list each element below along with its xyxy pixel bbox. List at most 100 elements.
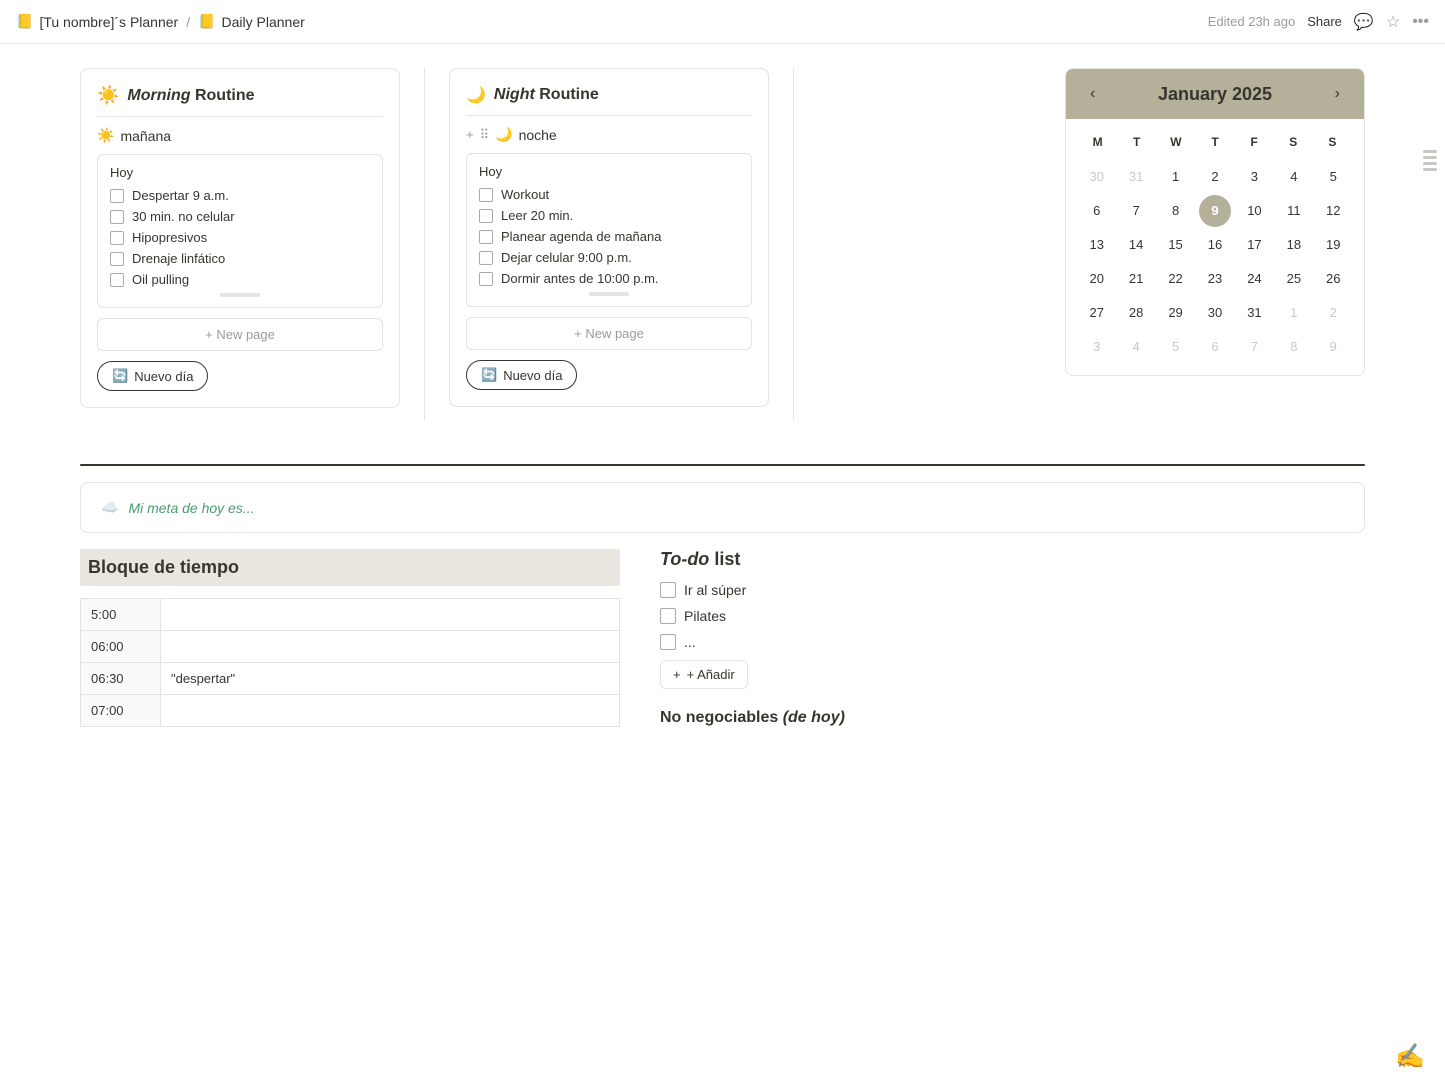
check-hipopresivos[interactable] — [110, 231, 124, 245]
morning-new-page-button[interactable]: + New page — [97, 318, 383, 351]
morning-subtitle: ☀️ mañana — [97, 127, 383, 144]
moon-icon: 🌙 — [466, 85, 486, 105]
todo-check-dots[interactable] — [660, 634, 676, 650]
night-routine-title: Night Routine — [494, 86, 599, 104]
calendar-day-cell: 30 — [1081, 161, 1113, 193]
calendar-day-cell[interactable]: 15 — [1160, 229, 1192, 261]
calendar-day-cell[interactable]: 30 — [1199, 297, 1231, 329]
calendar-prev-button[interactable]: ‹ — [1082, 83, 1103, 105]
night-routine-section: 🌙 Night Routine + ⠿ 🌙 noche Hoy Workout — [449, 68, 769, 420]
todo-item: ... — [660, 634, 1365, 650]
time-cell: 07:00 — [81, 695, 161, 727]
calendar-day-cell[interactable]: 9 — [1199, 195, 1231, 227]
checklist-item: Despertar 9 a.m. — [110, 188, 370, 203]
calendar-day-cell[interactable]: 8 — [1160, 195, 1192, 227]
drag-icon: ⠿ — [480, 127, 490, 143]
calendar-day-cell[interactable]: 29 — [1160, 297, 1192, 329]
scroll-line — [1423, 150, 1437, 153]
column-divider — [424, 68, 425, 420]
todo-check-super[interactable] — [660, 582, 676, 598]
check-despertar[interactable] — [110, 189, 124, 203]
calendar-day-cell[interactable]: 13 — [1081, 229, 1113, 261]
check-dormir[interactable] — [479, 272, 493, 286]
calendar-day-cell: 2 — [1317, 297, 1349, 329]
check-oilpulling[interactable] — [110, 273, 124, 287]
plus-icon: + — [466, 127, 474, 142]
time-cell: 06:00 — [81, 631, 161, 663]
star-icon[interactable]: ☆ — [1386, 12, 1400, 32]
comment-icon[interactable]: 💬 — [1354, 12, 1374, 32]
calendar-day-cell[interactable]: 2 — [1199, 161, 1231, 193]
calendar-day-cell[interactable]: 26 — [1317, 263, 1349, 295]
calendar-grid: M T W T F S S 30311234567891011121314151… — [1066, 119, 1364, 375]
calendar-day-cell[interactable]: 4 — [1278, 161, 1310, 193]
time-block-section: Bloque de tiempo 5:00 06:00 06:30 "despe… — [80, 549, 620, 727]
calendar-day-cell: 3 — [1081, 331, 1113, 363]
calendar-day-cell[interactable]: 3 — [1238, 161, 1270, 193]
morning-nuevo-dia-button[interactable]: 🔄 Nuevo día — [97, 361, 208, 391]
checklist-item: Dormir antes de 10:00 p.m. — [479, 271, 739, 286]
check-leer[interactable] — [479, 209, 493, 223]
calendar-day-cell[interactable]: 7 — [1120, 195, 1152, 227]
calendar-day-cell: 7 — [1238, 331, 1270, 363]
more-icon[interactable]: ••• — [1412, 13, 1429, 31]
scroll-line — [1423, 162, 1437, 165]
todo-item: Pilates — [660, 608, 1365, 624]
day-name-wed: W — [1156, 131, 1195, 153]
todo-check-pilates[interactable] — [660, 608, 676, 624]
event-cell[interactable] — [161, 695, 620, 727]
calendar-day-cell[interactable]: 20 — [1081, 263, 1113, 295]
calendar-day-cell[interactable]: 6 — [1081, 195, 1113, 227]
calendar-day-cell[interactable]: 24 — [1238, 263, 1270, 295]
calendar-day-cell[interactable]: 5 — [1317, 161, 1349, 193]
check-drenaje[interactable] — [110, 252, 124, 266]
calendar-day-cell[interactable]: 28 — [1120, 297, 1152, 329]
breadcrumb-parent[interactable]: [Tu nombre]´s Planner — [39, 14, 178, 30]
calendar-day-cell[interactable]: 16 — [1199, 229, 1231, 261]
share-button[interactable]: Share — [1307, 14, 1342, 29]
calendar-day-cell[interactable]: 23 — [1199, 263, 1231, 295]
calendar-day-cell[interactable]: 14 — [1120, 229, 1152, 261]
calendar-day-cell[interactable]: 31 — [1238, 297, 1270, 329]
event-cell[interactable]: "despertar" — [161, 663, 620, 695]
calendar-days-header: M T W T F S S — [1078, 131, 1352, 153]
day-name-mon: M — [1078, 131, 1117, 153]
night-routine-card: 🌙 Night Routine + ⠿ 🌙 noche Hoy Workout — [449, 68, 769, 407]
check-planear[interactable] — [479, 230, 493, 244]
day-name-fri: F — [1235, 131, 1274, 153]
goal-text[interactable]: Mi meta de hoy es... — [128, 500, 254, 516]
todo-title: To-do list — [660, 549, 1365, 570]
morning-routine-section: ☀️ Morning Routine ☀️ mañana Hoy Despert… — [80, 68, 400, 420]
morning-routine-title: Morning Routine — [127, 87, 254, 105]
checklist-item: Drenaje linfático — [110, 251, 370, 266]
calendar-day-cell[interactable]: 25 — [1278, 263, 1310, 295]
event-cell[interactable] — [161, 599, 620, 631]
calendar-day-cell[interactable]: 11 — [1278, 195, 1310, 227]
event-cell[interactable] — [161, 631, 620, 663]
scrollbar-area[interactable] — [1423, 150, 1437, 171]
calendar-day-cell[interactable]: 19 — [1317, 229, 1349, 261]
calendar-day-cell[interactable]: 21 — [1120, 263, 1152, 295]
calendar-day-cell[interactable]: 17 — [1238, 229, 1270, 261]
check-dejarcelular[interactable] — [479, 251, 493, 265]
check-workout[interactable] — [479, 188, 493, 202]
night-nuevo-dia-button[interactable]: 🔄 Nuevo día — [466, 360, 577, 390]
column-divider-2 — [793, 68, 794, 420]
checklist-item: Workout — [479, 187, 739, 202]
calendar-day-cell[interactable]: 22 — [1160, 263, 1192, 295]
add-item-button[interactable]: + + Añadir — [660, 660, 748, 689]
time-cell: 5:00 — [81, 599, 161, 631]
calendar-day-cell[interactable]: 1 — [1160, 161, 1192, 193]
night-new-page-button[interactable]: + New page — [466, 317, 752, 350]
calendar-day-cell[interactable]: 18 — [1278, 229, 1310, 261]
morning-subtitle-text: mañana — [120, 128, 171, 144]
checklist-item: 30 min. no celular — [110, 209, 370, 224]
calendar-day-cell[interactable]: 27 — [1081, 297, 1113, 329]
calendar-day-cell[interactable]: 12 — [1317, 195, 1349, 227]
table-row: 06:30 "despertar" — [81, 663, 620, 695]
breadcrumb-separator: / — [186, 14, 190, 30]
breadcrumb-icon1: 📒 — [16, 13, 33, 30]
calendar-next-button[interactable]: › — [1327, 83, 1348, 105]
calendar-day-cell[interactable]: 10 — [1238, 195, 1270, 227]
check-nocelular[interactable] — [110, 210, 124, 224]
